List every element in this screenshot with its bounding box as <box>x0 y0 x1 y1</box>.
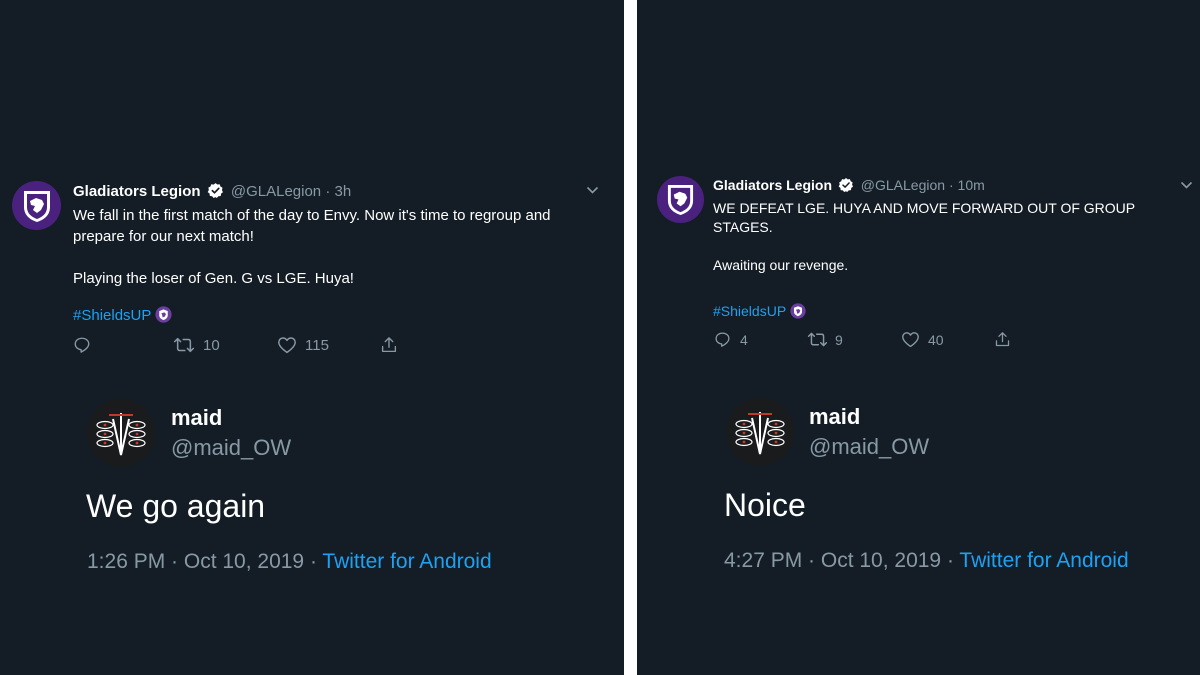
shield-emoji-icon <box>155 306 172 323</box>
quoted-author-name[interactable]: maid <box>809 404 860 430</box>
author-name[interactable]: Gladiators Legion <box>713 177 832 193</box>
maid-avatar[interactable] <box>87 399 155 467</box>
hashtag-line: #ShieldsUP <box>713 303 806 319</box>
separator-dot: · <box>321 183 335 200</box>
reply-icon <box>715 332 730 347</box>
retweet-icon <box>173 337 195 353</box>
quoted-author-handle[interactable]: @maid_OW <box>809 434 929 460</box>
tweet-header: Gladiators Legion @GLALegion · 3h <box>73 182 351 200</box>
chevron-down-icon[interactable] <box>586 185 599 195</box>
reply-count: 4 <box>740 331 748 348</box>
quoted-tweet[interactable]: maid @maid_OW We go again 1:26 PM · Oct … <box>0 390 624 590</box>
shield-emoji-icon <box>790 303 806 319</box>
heart-icon <box>902 332 919 348</box>
author-name[interactable]: Gladiators Legion <box>73 183 201 200</box>
right-screenshot-panel: Gladiators Legion @GLALegion · 10m WE DE… <box>637 0 1200 675</box>
author-handle[interactable]: @GLALegion <box>861 177 945 193</box>
quoted-tweet-source[interactable]: Twitter for Android <box>959 549 1128 572</box>
share-icon <box>995 332 1010 347</box>
quoted-tweet[interactable]: maid @maid_OW Noice 4:27 PM · Oct 10, 20… <box>637 390 1200 590</box>
gladiators-shield-logo-icon <box>667 185 694 215</box>
retweet-count: 10 <box>203 336 220 354</box>
tweet-actions: 10 115 <box>73 336 398 354</box>
maid-avatar-art-icon <box>96 413 146 456</box>
separator-dot: · <box>945 177 958 193</box>
share-icon <box>381 337 397 353</box>
chevron-down-icon[interactable] <box>1180 180 1193 190</box>
quoted-author-handle[interactable]: @maid_OW <box>171 435 291 461</box>
quoted-author-name[interactable]: maid <box>171 405 222 431</box>
hashtag-line: #ShieldsUP <box>73 306 172 324</box>
quoted-tweet-text: Noice <box>724 487 806 523</box>
quoted-tweet-text: We go again <box>86 488 266 524</box>
tweet-text: WE DEFEAT LGE. HUYA AND MOVE FORWARD OUT… <box>713 200 1135 273</box>
left-screenshot-panel: Gladiators Legion @GLALegion · 3h We fal… <box>0 0 624 675</box>
gladiators-avatar[interactable] <box>657 176 704 223</box>
author-handle[interactable]: @GLALegion <box>231 183 321 200</box>
verified-badge-icon <box>207 183 223 198</box>
quoted-tweet-time[interactable]: 1:26 PM · Oct 10, 2019 · <box>87 550 322 573</box>
quoted-tweet-meta: 4:27 PM · Oct 10, 2019 · Twitter for And… <box>724 549 1129 573</box>
tweet-text: We fall in the first match of the day to… <box>73 207 551 287</box>
like-button[interactable]: 115 <box>277 336 380 354</box>
share-button[interactable] <box>994 331 1011 348</box>
quoted-tweet-meta: 1:26 PM · Oct 10, 2019 · Twitter for And… <box>87 550 492 574</box>
gladiators-avatar[interactable] <box>12 181 61 230</box>
reply-button[interactable] <box>73 336 173 354</box>
tweet[interactable]: Gladiators Legion @GLALegion · 3h We fal… <box>0 0 624 380</box>
verified-badge-icon <box>838 178 853 192</box>
retweet-count: 9 <box>835 331 843 348</box>
quoted-tweet-time[interactable]: 4:27 PM · Oct 10, 2019 · <box>724 549 959 572</box>
tweet-time[interactable]: 3h <box>335 183 352 200</box>
tweet[interactable]: Gladiators Legion @GLALegion · 10m WE DE… <box>637 0 1200 380</box>
hashtag-link[interactable]: #ShieldsUP <box>713 303 786 319</box>
retweet-button[interactable]: 9 <box>807 331 901 348</box>
tweet-header: Gladiators Legion @GLALegion · 10m <box>713 177 985 193</box>
retweet-icon <box>807 332 828 347</box>
hashtag-link[interactable]: #ShieldsUP <box>73 307 151 324</box>
like-button[interactable]: 40 <box>901 331 994 348</box>
like-count: 115 <box>305 336 329 354</box>
gladiators-shield-logo-icon <box>23 190 50 222</box>
reply-button[interactable]: 4 <box>714 331 807 348</box>
heart-icon <box>278 337 296 354</box>
reply-icon <box>74 337 90 353</box>
tweet-time[interactable]: 10m <box>958 177 985 193</box>
share-button[interactable] <box>380 336 398 354</box>
quoted-tweet-source[interactable]: Twitter for Android <box>322 550 491 573</box>
like-count: 40 <box>928 331 944 348</box>
maid-avatar[interactable] <box>726 398 794 466</box>
retweet-button[interactable]: 10 <box>173 336 277 354</box>
maid-avatar-art-icon <box>735 412 785 455</box>
tweet-actions: 4 9 40 <box>714 331 1011 348</box>
